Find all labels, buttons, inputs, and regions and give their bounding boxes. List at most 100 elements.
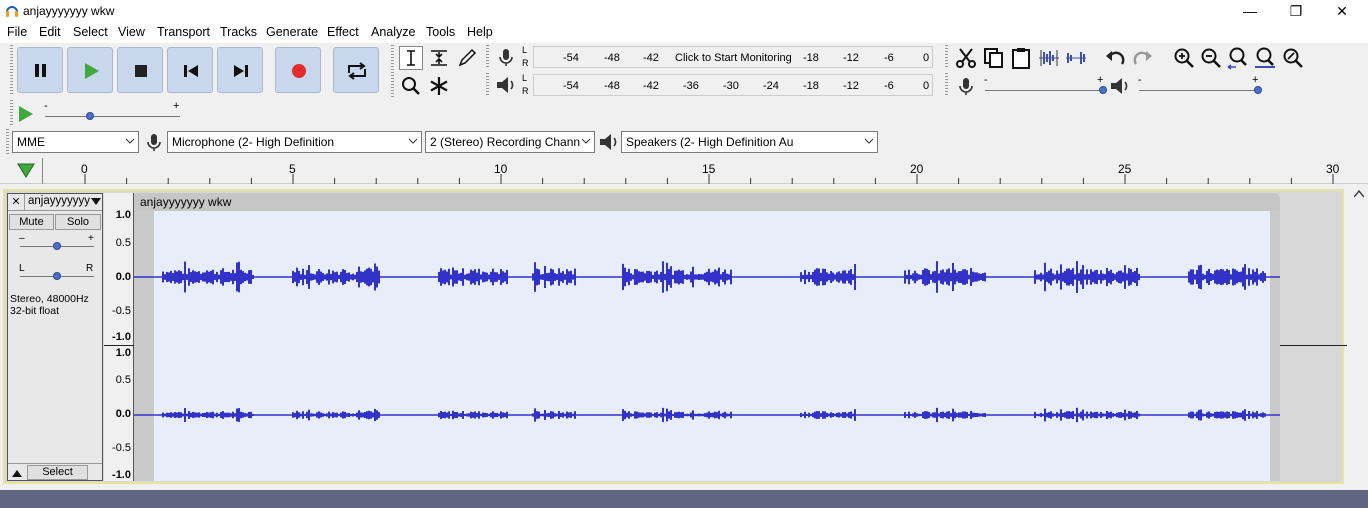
waveform-sample <box>1194 274 1196 280</box>
timeline-ruler[interactable]: 0 5 10 15 20 25 30 <box>0 158 1368 184</box>
play-speed-slider[interactable] <box>85 112 94 120</box>
playback-device-select[interactable]: Speakers (2- High Definition Au <box>621 131 878 153</box>
clip-title-bar[interactable]: anjayyyyyyy wkw <box>134 193 1280 211</box>
solo-button[interactable]: Solo <box>55 214 101 230</box>
audio-host-select[interactable]: MME <box>12 131 139 153</box>
play-volume-slider[interactable] <box>1254 86 1262 94</box>
skip-to-start-button[interactable] <box>167 47 213 93</box>
toolbar-grip[interactable] <box>10 100 13 126</box>
rec-volume-track <box>985 90 1103 91</box>
toolbar-grip[interactable] <box>10 45 13 95</box>
maximize-button[interactable]: ❐ <box>1273 0 1319 23</box>
selection-tool[interactable] <box>399 46 423 70</box>
menu-generate[interactable]: Generate <box>266 25 318 39</box>
zoom-in-icon[interactable] <box>1172 46 1196 70</box>
gain-slider[interactable] <box>53 242 61 250</box>
select-track-button[interactable]: Select <box>27 465 88 480</box>
envelope-tool[interactable] <box>427 46 451 70</box>
vertical-scrollbar[interactable] <box>1350 185 1368 490</box>
play-at-speed-icon[interactable] <box>15 103 37 125</box>
paste-icon[interactable] <box>1009 46 1033 70</box>
trim-audio-icon[interactable] <box>1037 46 1061 70</box>
track-control-panel: ✕ anjayyyyyyy Mute Solo – + L R Stereo, … <box>7 193 103 481</box>
multi-tool[interactable] <box>427 74 451 98</box>
track-name-menu[interactable]: anjayyyyyyy <box>28 195 90 207</box>
toolbar-grip[interactable] <box>945 45 948 69</box>
toolbar-grip[interactable] <box>6 129 9 155</box>
pause-button[interactable] <box>17 47 63 93</box>
collapse-track-icon[interactable] <box>10 467 24 479</box>
waveform-sample <box>696 274 698 280</box>
waveform-sample <box>332 412 334 418</box>
audio-track[interactable]: ✕ anjayyyyyyy Mute Solo – + L R Stereo, … <box>3 189 1347 484</box>
waveform-sample <box>686 274 688 280</box>
waveform-sample <box>852 413 854 417</box>
waveform-sample <box>960 271 962 283</box>
pan-slider[interactable] <box>53 272 61 280</box>
waveform-sample <box>326 273 328 281</box>
menu-effect[interactable]: Effect <box>327 25 359 39</box>
waveform-sample <box>816 268 818 286</box>
menu-help[interactable]: Help <box>467 25 493 39</box>
waveform-sample <box>704 272 706 282</box>
menu-select[interactable]: Select <box>73 25 108 39</box>
recording-device-select[interactable]: Microphone (2- High Definition <box>167 131 422 153</box>
microphone-icon[interactable] <box>495 46 517 68</box>
waveform-sample <box>1252 411 1254 419</box>
waveform-sample <box>240 269 242 285</box>
menu-analyze[interactable]: Analyze <box>371 25 415 39</box>
waveform-sample <box>628 268 630 286</box>
toolbar-grip[interactable] <box>391 45 394 97</box>
menu-view[interactable]: View <box>118 25 145 39</box>
stop-button[interactable] <box>117 47 163 93</box>
waveform-sample <box>980 413 982 417</box>
start-monitoring-label[interactable]: Click to Start Monitoring <box>675 52 792 64</box>
waveform-sample <box>566 269 568 285</box>
toolbar-grip[interactable] <box>945 73 948 97</box>
mute-button[interactable]: Mute <box>9 214 54 230</box>
undo-icon[interactable] <box>1103 46 1127 70</box>
waveform-sample <box>544 265 546 289</box>
waveform-sample <box>208 271 210 283</box>
zoom-tool[interactable] <box>399 74 423 98</box>
menu-file[interactable]: File <box>7 25 27 39</box>
zoom-toggle-icon[interactable] <box>1281 46 1305 70</box>
zoom-out-icon[interactable] <box>1199 46 1223 70</box>
copy-icon[interactable] <box>982 46 1006 70</box>
rec-volume-slider[interactable] <box>1099 86 1107 94</box>
record-button[interactable] <box>275 47 321 93</box>
track-menu-dropdown-icon[interactable] <box>91 198 101 206</box>
waveform-sample <box>624 267 626 287</box>
horizontal-scrollbar[interactable] <box>0 490 1368 508</box>
waveform-area[interactable] <box>134 211 1280 481</box>
loop-button[interactable] <box>333 47 379 93</box>
speaker-icon[interactable] <box>494 74 518 96</box>
minimize-button[interactable]: — <box>1227 0 1273 23</box>
waveform-sample <box>212 411 214 419</box>
play-button[interactable] <box>67 47 113 93</box>
menu-tools[interactable]: Tools <box>426 25 455 39</box>
track-close-button[interactable]: ✕ <box>8 194 25 210</box>
close-window-button[interactable]: ✕ <box>1319 0 1365 23</box>
menu-transport[interactable]: Transport <box>157 25 210 39</box>
skip-to-end-button[interactable] <box>217 47 263 93</box>
redo-icon[interactable] <box>1131 46 1155 70</box>
fit-project-icon[interactable] <box>1253 46 1277 70</box>
fit-selection-icon[interactable] <box>1226 46 1250 70</box>
toolbar-grip[interactable] <box>486 73 489 97</box>
waveform-sample <box>978 273 980 281</box>
menu-tracks[interactable]: Tracks <box>220 25 257 39</box>
waveform-sample <box>1112 413 1114 417</box>
play-volume-plus: + <box>1252 74 1259 86</box>
scroll-up-icon[interactable] <box>1354 190 1364 198</box>
waveform-sample <box>946 269 948 285</box>
cut-icon[interactable] <box>954 46 978 70</box>
vertical-amplitude-scale[interactable]: 1.0 0.5 0.0 -0.5 -1.0 1.0 0.5 0.0 -0.5 -… <box>104 193 1347 481</box>
draw-tool[interactable] <box>455 46 479 70</box>
recording-channels-select[interactable]: 2 (Stereo) Recording Chann <box>425 131 595 153</box>
input-device-microphone-icon <box>147 134 161 151</box>
waveform-sample <box>504 272 506 282</box>
menu-edit[interactable]: Edit <box>39 25 61 39</box>
toolbar-grip[interactable] <box>486 45 489 69</box>
silence-audio-icon[interactable] <box>1064 46 1088 70</box>
